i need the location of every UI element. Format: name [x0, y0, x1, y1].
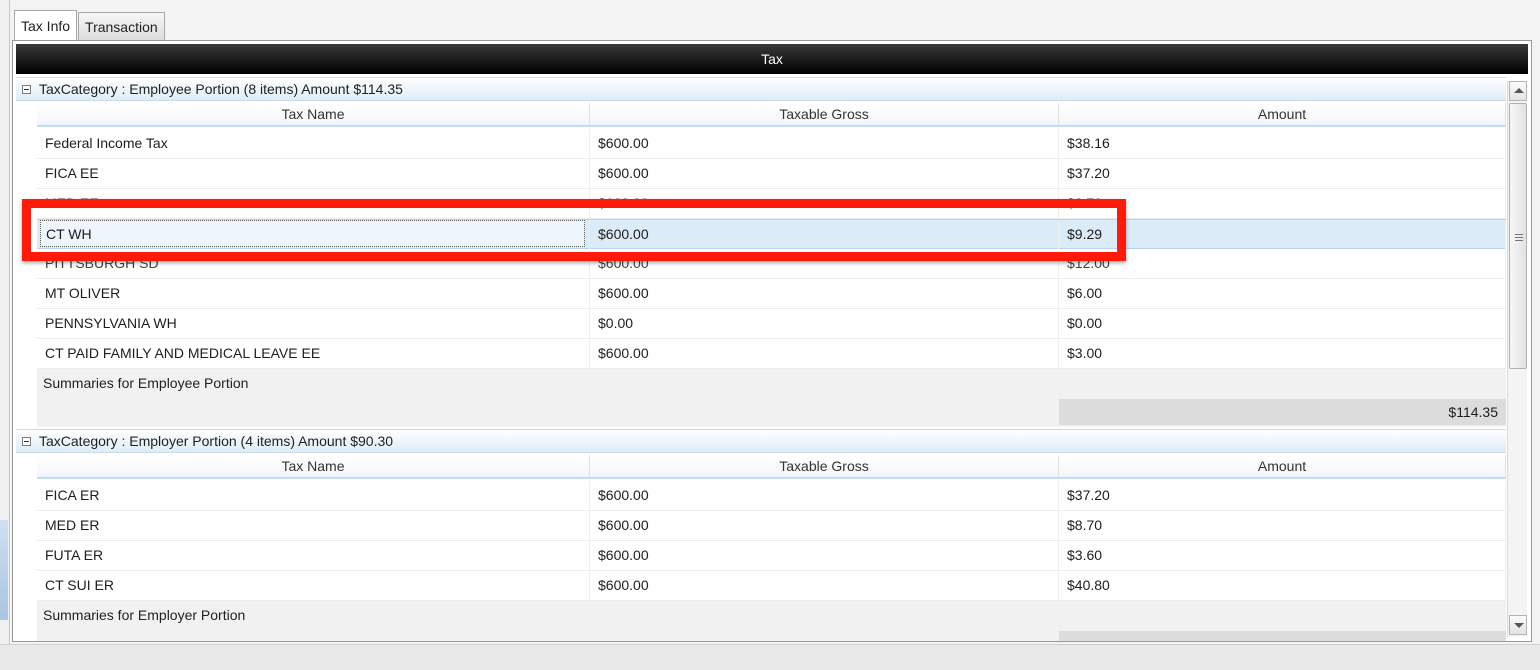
- column-header-tax-name[interactable]: Tax Name: [37, 103, 590, 125]
- cell-tax-name: MED EE: [37, 189, 590, 218]
- cell-taxable-gross: $600.00: [590, 511, 1059, 540]
- cell-amount: $40.80: [1059, 571, 1506, 600]
- cell-tax-name: CT PAID FAMILY AND MEDICAL LEAVE EE: [37, 339, 590, 368]
- summary-label: Summaries for Employee Portion: [43, 375, 249, 391]
- tax-grid-panel: Tax TaxCategory : Employee Portion (8 it…: [12, 40, 1532, 642]
- status-bar: [0, 644, 1540, 670]
- cell-amount: $3.60: [1059, 541, 1506, 570]
- tab-tax-info[interactable]: Tax Info: [14, 10, 78, 40]
- table-row[interactable]: MED EE $600.00 $8.70: [37, 189, 1506, 219]
- scroll-thumb[interactable]: [1509, 103, 1527, 369]
- group-row-employee[interactable]: TaxCategory : Employee Portion (8 items)…: [16, 77, 1506, 101]
- scroll-up-button[interactable]: [1509, 81, 1527, 101]
- grip-icon: [1515, 234, 1523, 241]
- cell-tax-name: CT SUI ER: [37, 571, 590, 600]
- summary-total-cut: [1059, 631, 1506, 641]
- cell-taxable-gross: $0.00: [590, 309, 1059, 338]
- cell-taxable-gross: $600.00: [590, 279, 1059, 308]
- table-row[interactable]: FICA EE $600.00 $37.20: [37, 159, 1506, 189]
- cell-amount: $6.00: [1059, 279, 1506, 308]
- cell-amount: $12.00: [1059, 249, 1506, 278]
- group-label: TaxCategory : Employer Portion (4 items)…: [39, 433, 394, 449]
- tab-transaction[interactable]: Transaction: [78, 12, 165, 40]
- cell-amount: $9.29: [1059, 220, 1506, 249]
- tab-strip: Tax Info Transaction: [14, 10, 166, 40]
- arrow-down-icon: [1514, 623, 1524, 628]
- collapse-icon[interactable]: [22, 436, 31, 446]
- arrow-up-icon: [1514, 88, 1524, 93]
- cell-amount: $37.20: [1059, 159, 1506, 188]
- cell-taxable-gross: $600.00: [590, 481, 1059, 510]
- cell-tax-name: FUTA ER: [37, 541, 590, 570]
- column-header-tax-name[interactable]: Tax Name: [37, 455, 590, 477]
- group-row-employer[interactable]: TaxCategory : Employer Portion (4 items)…: [16, 429, 1506, 453]
- table-row[interactable]: CT SUI ER $600.00 $40.80: [37, 571, 1506, 601]
- cell-tax-name: PENNSYLVANIA WH: [37, 309, 590, 338]
- table-row[interactable]: FICA ER $600.00 $37.20: [37, 481, 1506, 511]
- cell-tax-name: Federal Income Tax: [37, 129, 590, 158]
- cell-amount: $8.70: [1059, 511, 1506, 540]
- scroll-down-button[interactable]: [1509, 615, 1527, 635]
- table-row[interactable]: MT OLIVER $600.00 $6.00: [37, 279, 1506, 309]
- group-summary-employer: Summaries for Employer Portion: [37, 601, 1506, 641]
- grid-title-bar: Tax: [16, 44, 1528, 74]
- cell-taxable-gross: $600.00: [590, 220, 1059, 249]
- group-label: TaxCategory : Employee Portion (8 items)…: [39, 81, 403, 97]
- summary-total: $114.35: [1059, 399, 1506, 425]
- focused-cell[interactable]: CT WH: [40, 220, 585, 247]
- cell-taxable-gross: $600.00: [590, 339, 1059, 368]
- table-row-selected[interactable]: CT WH $600.00 $9.29: [37, 219, 1506, 249]
- cell-amount: $38.16: [1059, 129, 1506, 158]
- table-row[interactable]: PENNSYLVANIA WH $0.00 $0.00: [37, 309, 1506, 339]
- collapse-icon[interactable]: [22, 84, 31, 94]
- cell-amount: $0.00: [1059, 309, 1506, 338]
- cell-taxable-gross: $600.00: [590, 249, 1059, 278]
- cell-tax-name[interactable]: CT WH: [37, 220, 590, 249]
- cell-taxable-gross: $600.00: [590, 541, 1059, 570]
- column-header-row: Tax Name Taxable Gross Amount: [37, 455, 1506, 479]
- table-row[interactable]: FUTA ER $600.00 $3.60: [37, 541, 1506, 571]
- cell-tax-name: PITTSBURGH SD: [37, 249, 590, 278]
- table-row[interactable]: MED ER $600.00 $8.70: [37, 511, 1506, 541]
- summary-label: Summaries for Employer Portion: [43, 607, 246, 623]
- cell-tax-name: FICA ER: [37, 481, 590, 510]
- table-row[interactable]: Federal Income Tax $600.00 $38.16: [37, 129, 1506, 159]
- left-edge-accent: [0, 520, 8, 620]
- cell-tax-name: MED ER: [37, 511, 590, 540]
- cell-amount: $3.00: [1059, 339, 1506, 368]
- table-row[interactable]: PITTSBURGH SD $600.00 $12.00: [37, 249, 1506, 279]
- column-header-amount[interactable]: Amount: [1059, 455, 1506, 477]
- cell-taxable-gross: $600.00: [590, 571, 1059, 600]
- column-header-taxable-gross[interactable]: Taxable Gross: [590, 455, 1059, 477]
- cell-amount: $37.20: [1059, 481, 1506, 510]
- group-summary-employee: Summaries for Employee Portion $114.35: [37, 369, 1506, 427]
- cell-amount: $8.70: [1059, 189, 1506, 218]
- cell-tax-name: FICA EE: [37, 159, 590, 188]
- column-header-row: Tax Name Taxable Gross Amount: [37, 103, 1506, 127]
- cell-taxable-gross: $600.00: [590, 189, 1059, 218]
- cell-taxable-gross: $600.00: [590, 159, 1059, 188]
- column-header-taxable-gross[interactable]: Taxable Gross: [590, 103, 1059, 125]
- cell-taxable-gross: $600.00: [590, 129, 1059, 158]
- column-header-amount[interactable]: Amount: [1059, 103, 1506, 125]
- cell-tax-name: MT OLIVER: [37, 279, 590, 308]
- table-row[interactable]: CT PAID FAMILY AND MEDICAL LEAVE EE $600…: [37, 339, 1506, 369]
- vertical-scrollbar[interactable]: [1507, 81, 1527, 637]
